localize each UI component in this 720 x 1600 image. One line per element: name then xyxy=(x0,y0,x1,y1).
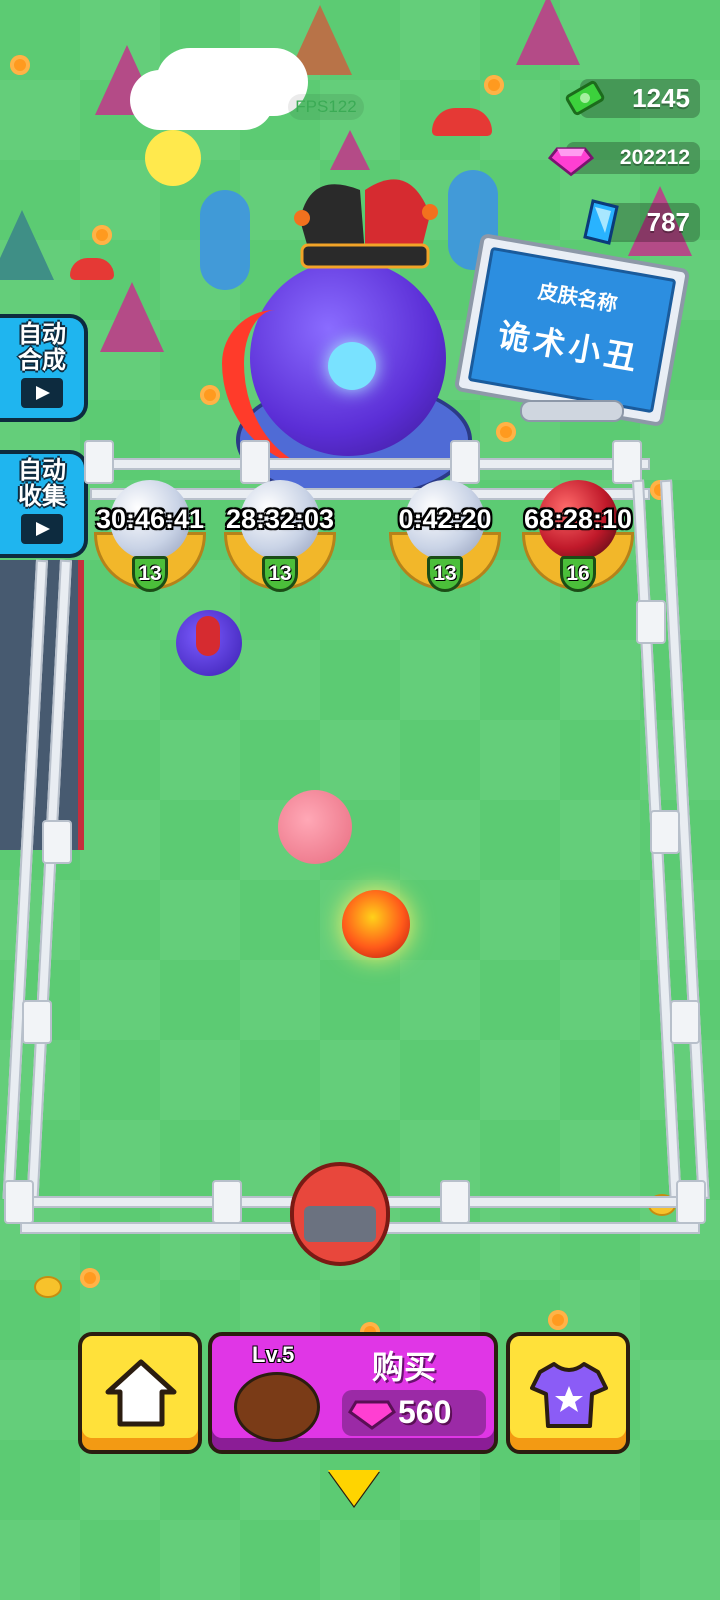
fence-post xyxy=(670,1000,700,1044)
fence-post xyxy=(440,1180,470,1224)
flower-decoration xyxy=(484,75,504,95)
video-icon xyxy=(21,514,63,544)
chevron-down-icon[interactable] xyxy=(328,1470,380,1506)
fence-post xyxy=(450,440,480,484)
cash-counter: 1245 xyxy=(562,78,700,118)
fire-slime-pet[interactable] xyxy=(290,870,430,980)
nest-level-badge: 13 xyxy=(262,556,298,592)
sign-screen: 皮肤名称 诡术小丑 xyxy=(467,246,677,414)
buy-price: 560 xyxy=(398,1394,452,1430)
fence-post xyxy=(636,600,666,644)
egg-nest-2[interactable]: 28:32:03 13 xyxy=(220,480,340,600)
fence-post xyxy=(676,1180,706,1224)
fence-post xyxy=(22,1000,52,1044)
pink-gem-icon xyxy=(548,135,594,181)
auto-merge-button[interactable]: 自动合成 xyxy=(0,314,88,422)
pet-preview-icon xyxy=(234,1372,320,1442)
flower-decoration xyxy=(200,385,220,405)
sun-icon xyxy=(145,130,201,186)
skin-name-sign: 皮肤名称 诡术小丑 xyxy=(453,232,691,428)
flower-decoration xyxy=(92,225,112,245)
fence-post xyxy=(4,1180,34,1224)
auto-collect-button[interactable]: 自动收集 xyxy=(0,450,88,558)
jester-slime-pet[interactable] xyxy=(176,610,242,676)
hatch-timer: 68:28:10 xyxy=(523,504,633,534)
fence-rail xyxy=(90,458,650,470)
pink-gem-icon xyxy=(348,1400,396,1430)
pink-gem-counter: 202212 xyxy=(548,138,700,178)
hatch-timer: 0:42:20 xyxy=(398,504,492,534)
blue-flame-decoration xyxy=(200,190,250,290)
home-button[interactable] xyxy=(78,1332,202,1454)
tree-decoration xyxy=(288,5,352,75)
sign-stand xyxy=(520,400,624,422)
fence-post xyxy=(650,810,680,854)
fence-post xyxy=(612,440,642,484)
flower-decoration xyxy=(80,1268,100,1288)
egg-nest-4[interactable]: 68:28:10 16 xyxy=(518,480,638,600)
mushroom-decoration xyxy=(70,258,114,280)
nest-level-badge: 13 xyxy=(427,556,463,592)
buy-label: 购买 xyxy=(372,1349,437,1385)
fence-post xyxy=(212,1180,242,1224)
skin-shop-button[interactable] xyxy=(506,1332,630,1454)
jester-hat-icon xyxy=(290,160,440,270)
blue-diamond-icon xyxy=(578,199,624,245)
shirt-icon xyxy=(530,1362,608,1428)
auto-collect-label: 自动收集 xyxy=(18,457,66,510)
tree-decoration xyxy=(100,282,164,352)
fire-ball xyxy=(342,890,410,958)
flower-decoration xyxy=(496,422,516,442)
pet-level: Lv.5 xyxy=(252,1342,295,1367)
spawn-pad xyxy=(290,1162,390,1266)
spawn-slot xyxy=(304,1206,376,1242)
egg-nest-3[interactable]: 0:42:20 13 xyxy=(385,480,505,600)
pig-pet[interactable] xyxy=(278,790,352,864)
video-icon xyxy=(21,378,63,408)
cash-icon xyxy=(562,75,608,121)
fence-post xyxy=(42,820,72,864)
cloud-decoration xyxy=(130,70,274,130)
home-icon xyxy=(105,1359,177,1427)
hatch-timer: 28:32:03 xyxy=(225,504,335,534)
fps-counter: FPS122 xyxy=(288,94,364,120)
nest-level-badge: 16 xyxy=(560,556,596,592)
hatch-timer: 30:46:41 xyxy=(95,504,205,534)
flower-decoration xyxy=(548,1310,568,1330)
fence-post xyxy=(240,440,270,484)
egg-nest-1[interactable]: 30:46:41 13 xyxy=(90,480,210,600)
flower-decoration xyxy=(10,55,30,75)
price-tag: 560 xyxy=(342,1390,486,1436)
auto-merge-label: 自动合成 xyxy=(18,321,66,374)
coin-icon[interactable] xyxy=(34,1276,62,1298)
tree-decoration xyxy=(0,210,54,280)
mushroom-decoration xyxy=(432,108,492,136)
tree-decoration xyxy=(516,0,580,65)
hat-icon xyxy=(196,616,220,656)
nest-level-badge: 13 xyxy=(132,556,168,592)
fence-post xyxy=(84,440,114,484)
game-scene: { "hud": { "fps": "FPS122", "currencies"… xyxy=(0,0,720,1600)
buy-pet-button[interactable]: Lv.5 购买 560 xyxy=(208,1332,498,1454)
blue-diamond-counter: 787 xyxy=(578,199,700,245)
